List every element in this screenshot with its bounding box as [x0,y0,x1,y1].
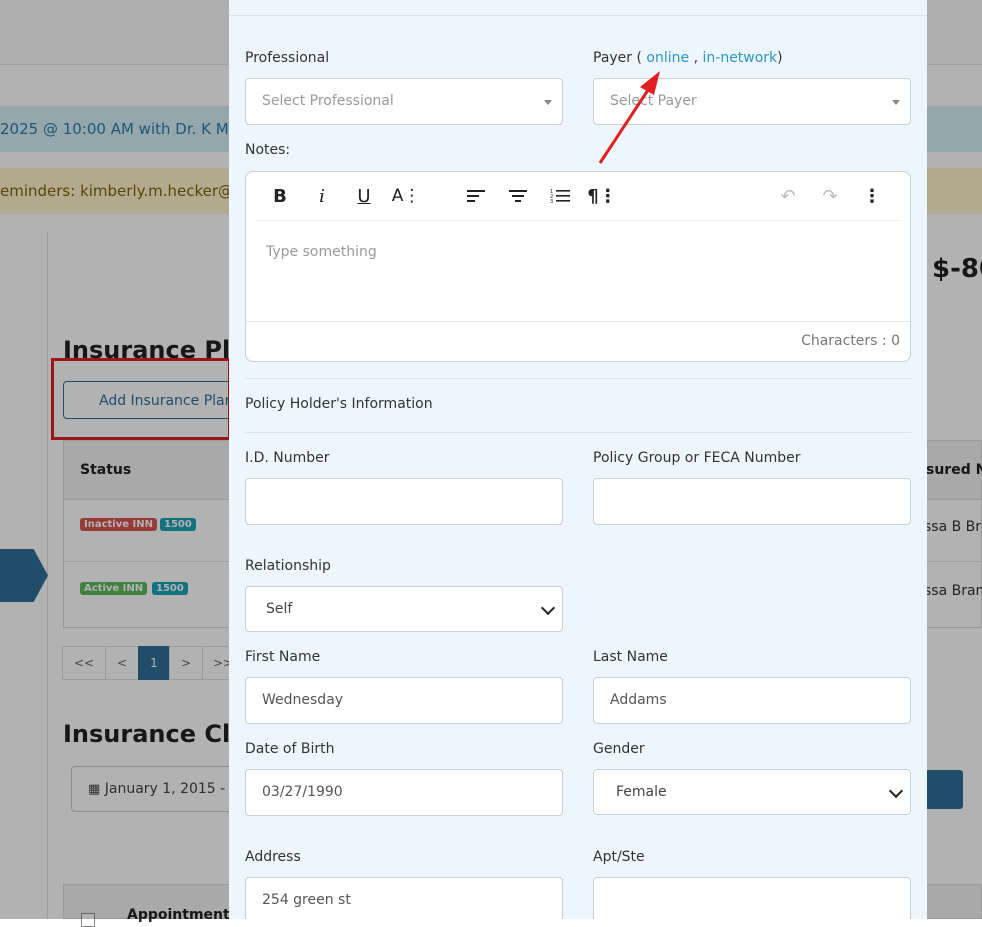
payer-label-suffix: ) [777,50,783,66]
apt-label: Apt/Ste [593,849,645,865]
payer-online-link[interactable]: online [646,50,689,66]
professional-placeholder: Select Professional [262,93,394,109]
relationship-value: Self [266,601,293,617]
relationship-label: Relationship [245,558,331,574]
first-name-label: First Name [245,649,321,665]
last-name-label: Last Name [593,649,668,665]
editor-footer-divider [246,321,910,322]
notes-label: Notes: [245,142,291,158]
caret-down-icon [892,99,900,105]
first-name-input[interactable]: Wednesday [245,677,563,724]
bold-icon[interactable]: B [266,183,294,209]
character-count: Characters : 0 [801,333,900,349]
policy-holder-section-title: Policy Holder's Information [245,396,433,412]
last-name-input[interactable]: Addams [593,677,911,724]
id-number-input[interactable] [245,478,563,525]
professional-select[interactable]: Select Professional [245,78,563,125]
notes-textarea[interactable]: Type something [266,244,377,260]
font-size-icon[interactable]: A⋮ [392,183,421,209]
redo-icon[interactable]: ↷ [816,183,844,209]
caret-down-icon [544,99,552,105]
payer-in-network-link[interactable]: in-network [703,50,778,66]
svg-text:3: 3 [550,199,553,204]
modal-header-divider [229,15,927,16]
paragraph-icon[interactable]: ¶⋮ [587,183,616,209]
payer-label: Payer ( online , in-network) [593,50,783,66]
align-center-icon[interactable] [504,183,532,209]
policy-group-label: Policy Group or FECA Number [593,450,801,466]
undo-icon[interactable]: ↶ [774,183,802,209]
chevron-down-icon [888,783,904,799]
gender-select[interactable]: Female [593,769,911,815]
notes-editor: B i U A⋮ 123 ¶⋮ ↶ ↷ ⋮ Type something Cha… [245,171,911,362]
policy-group-input[interactable] [593,478,911,525]
ordered-list-icon[interactable]: 123 [546,183,574,209]
section-divider [245,378,911,379]
payer-placeholder: Select Payer [610,93,697,109]
dob-label: Date of Birth [245,741,335,757]
insurance-plan-modal: Professional Select Professional Payer (… [229,0,927,919]
payer-select[interactable]: Select Payer [593,78,911,125]
italic-icon[interactable]: i [308,183,336,209]
gender-label: Gender [593,741,645,757]
gender-value: Female [616,784,667,800]
underline-icon[interactable]: U [350,183,378,209]
address-label: Address [245,849,301,865]
payer-link-separator: , [689,50,703,66]
relationship-select[interactable]: Self [245,586,563,632]
more-icon[interactable]: ⋮ [858,183,886,209]
section-divider [245,432,911,433]
dob-input[interactable]: 03/27/1990 [245,769,563,816]
payer-label-prefix: Payer ( [593,50,647,66]
chevron-down-icon [540,600,556,616]
address-input[interactable]: 254 green st [245,877,563,919]
toolbar-divider [256,220,900,221]
professional-label: Professional [245,50,330,66]
id-number-label: I.D. Number [245,450,330,466]
apt-input[interactable] [593,877,911,919]
align-left-icon[interactable] [462,183,490,209]
